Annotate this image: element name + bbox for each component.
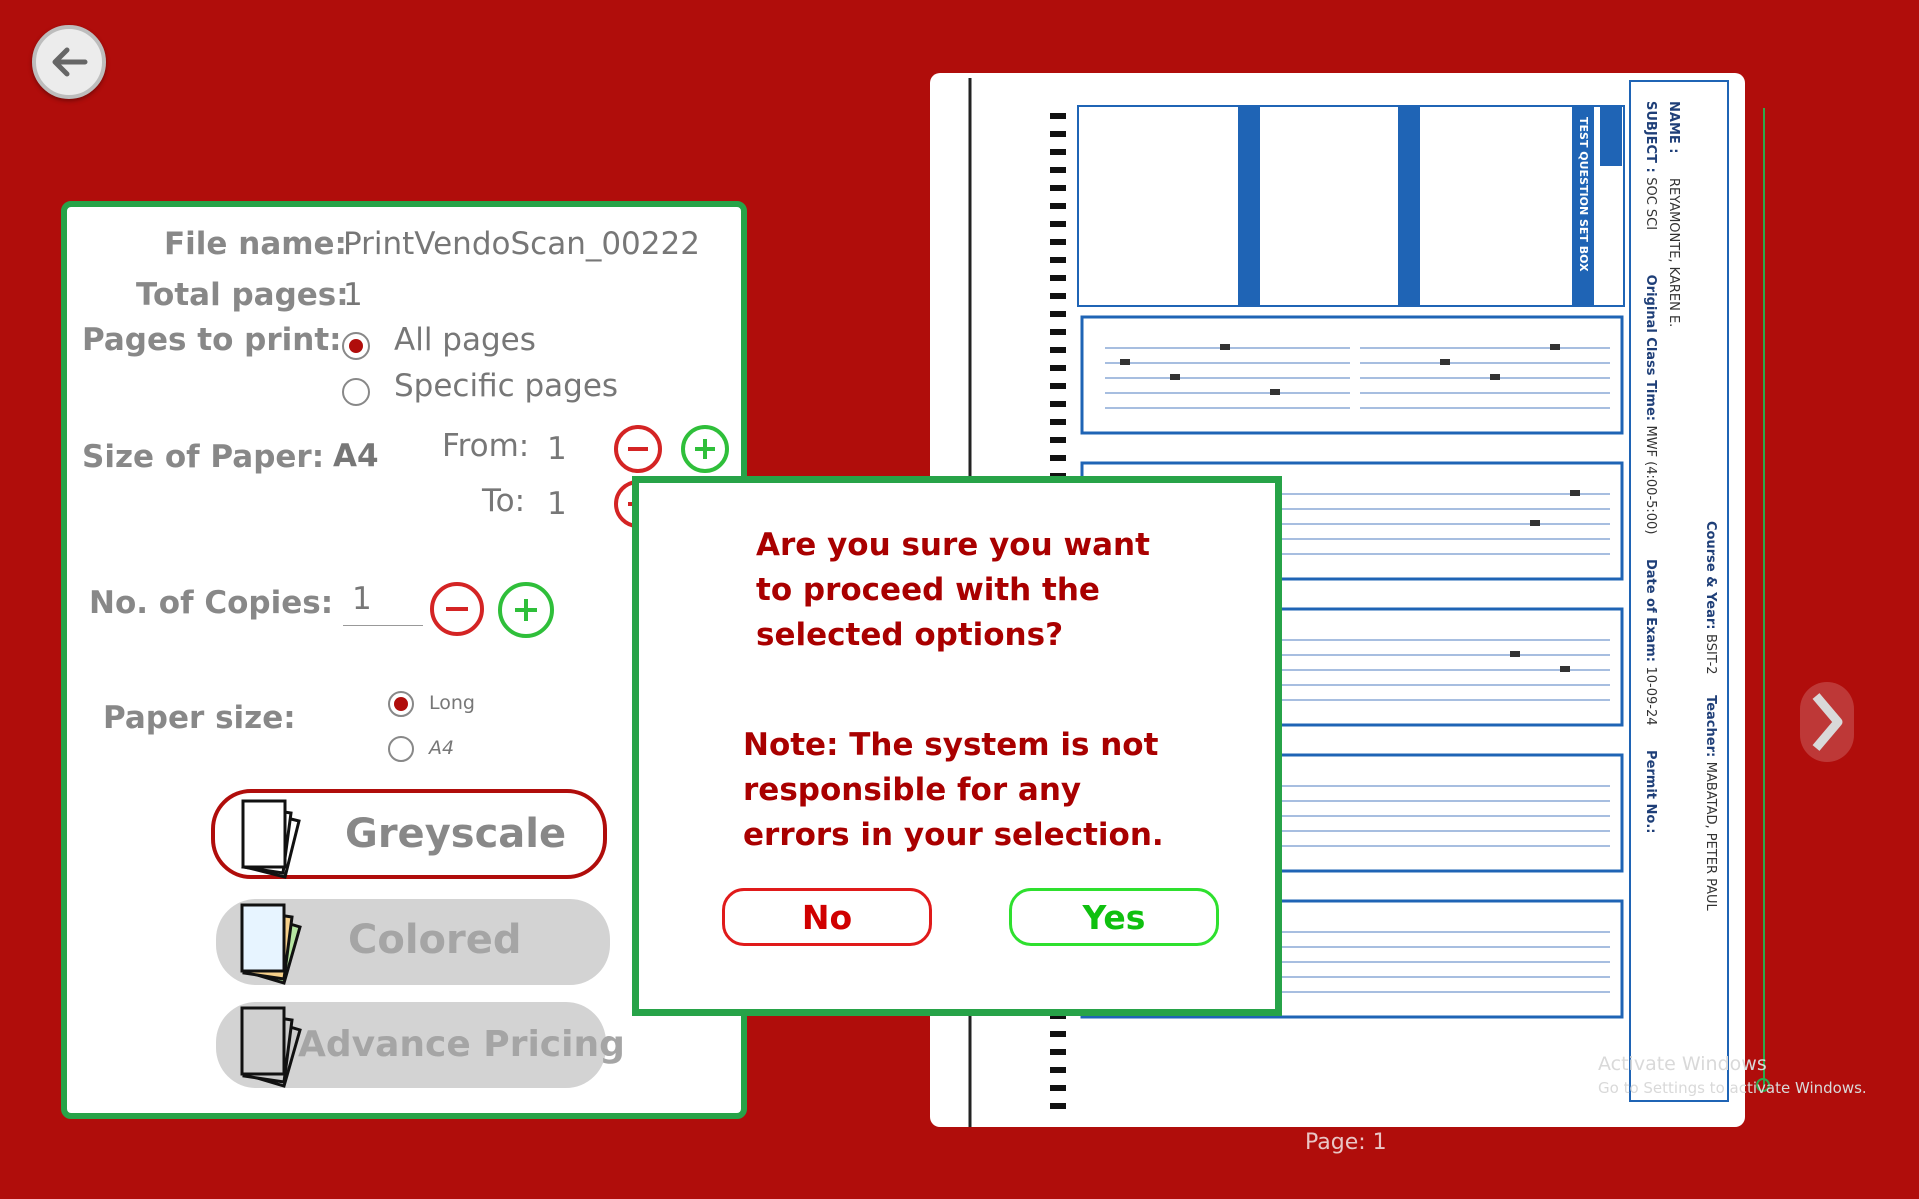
sheet-date-value: 10-09-24 [1643,666,1658,726]
sheet-subject-value: SOC SCI [1643,177,1658,231]
dialog-note: Note: The system is not responsible for … [743,727,1164,853]
sheet-date-label: Date of Exam: [1643,558,1658,662]
minus-icon [446,607,468,611]
pages-to-print-label: Pages to print: [82,322,342,358]
sheet-important-label: IMPORTANT [1109,153,1122,226]
no-button[interactable]: No [722,888,932,946]
sheet-course-label: Course & Year: [1703,521,1718,630]
sheet-name-value: REYAMONTE, KAREN E. [1666,178,1681,328]
paper-size-long-label: Long [429,692,475,714]
back-button[interactable] [32,25,106,99]
colored-label: Colored [348,917,522,963]
paper-size-long-radio[interactable] [388,691,414,717]
dialog-question: Are you sure you want to proceed with th… [756,527,1150,653]
specific-pages-label: Specific pages [394,368,619,404]
colored-documents-icon [240,903,302,985]
windows-activation-watermark: Activate Windows Go to Settings to activ… [1598,1053,1867,1097]
plus-icon [515,599,537,621]
advance-pricing-label: Advance Pricing [298,1024,625,1065]
advance-pricing-button[interactable]: Advance Pricing [216,1002,625,1088]
sheet-course-value: BSIT-2 [1703,634,1718,675]
colored-button[interactable]: Colored [216,899,610,985]
sheet-test-set-box: TEST QUESTION SET BOX [1577,117,1590,272]
total-pages-label: Total pages: [136,277,349,313]
from-increment-button[interactable] [681,425,729,473]
file-name-label: File name: [164,226,347,262]
greyscale-button[interactable]: Greyscale [211,789,607,879]
sheet-class-time-label: Original Class Time: [1643,274,1658,421]
to-value[interactable]: 1 [547,486,567,522]
minus-icon [628,447,648,451]
plus-icon [695,439,715,459]
sheet-type-of-exam: TYPE OF EXAM [1447,117,1460,209]
documents-icon [241,799,301,879]
greyscale-label: Greyscale [345,811,567,857]
from-label: From: [442,428,530,464]
copies-label: No. of Copies: [89,585,334,621]
to-label: To: [482,483,526,519]
arrow-left-icon [52,47,88,77]
sheet-teacher-label: Teacher: [1703,695,1718,758]
all-pages-radio[interactable] [342,332,370,360]
from-decrement-button[interactable] [614,425,662,473]
all-pages-label: All pages [394,322,536,358]
from-value[interactable]: 1 [547,431,567,467]
paper-size-label: Paper size: [103,700,296,736]
specific-pages-radio[interactable] [342,378,370,406]
confirmation-dialog: Are you sure you want to proceed with th… [632,476,1282,1016]
yes-button[interactable]: Yes [1009,888,1219,946]
copies-value[interactable]: 1 [352,581,372,617]
sheet-header-text: NAME : REYAMONTE, KAREN E. SUBJECT : SOC… [1636,101,1726,1101]
total-pages-value: 1 [343,277,363,313]
sheet-subject-label: SUBJECT : [1643,101,1658,173]
size-of-paper-label: Size of Paper: [82,439,325,475]
paper-size-a4-label: A4 [429,737,455,759]
file-name-value: PrintVendoScan_00222 [343,226,700,262]
sheet-teacher-value: MABATAD, PETER PAUL [1703,761,1718,911]
copies-underline [343,625,423,626]
chevron-right-icon [1812,693,1843,751]
page-indicator: Page: 1 [1305,1130,1387,1155]
scroll-track [1763,108,1765,1088]
paper-size-a4-radio[interactable] [388,736,414,762]
sheet-name-label: NAME : [1666,101,1681,154]
sheet-class-time-value: MWF (4:00-5:00) [1643,425,1658,535]
activate-title: Activate Windows [1598,1053,1767,1075]
copies-decrement-button[interactable] [430,582,484,636]
copies-increment-button[interactable] [498,582,554,638]
size-of-paper-value: A4 [333,438,379,474]
activate-subtitle: Go to Settings to activate Windows. [1598,1079,1867,1097]
sheet-permit-label: Permit No.: [1643,750,1658,834]
next-page-button[interactable] [1800,682,1854,762]
sheet-subjects-label: SUBJECTS [1269,163,1282,224]
